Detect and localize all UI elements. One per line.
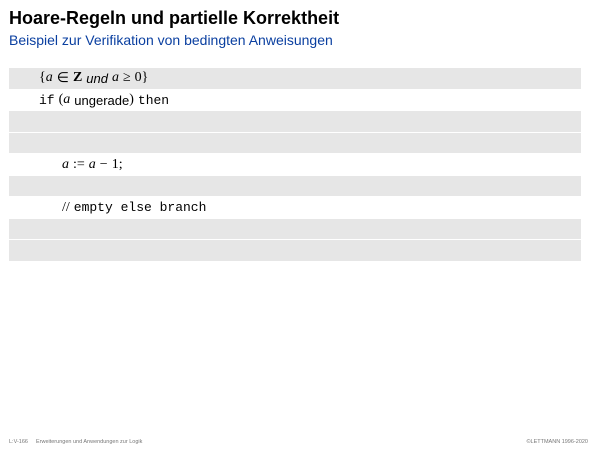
course-title: Erweiterungen und Anwendungen zur Logik	[35, 439, 143, 445]
slide-subtitle: Beispiel zur Verifikation von bedingten …	[9, 32, 333, 48]
code-row-else-comment: //empty else branch	[9, 197, 581, 219]
element-of-symbol: ∈	[56, 70, 69, 86]
variable-a: a	[45, 70, 53, 86]
code-row-if: if(a ungerade) then	[9, 89, 581, 111]
slide-number: L:V-166	[9, 439, 28, 445]
integer-set-symbol: Z	[72, 70, 83, 86]
variable-a: a	[63, 92, 71, 108]
code-row-empty	[9, 111, 581, 133]
code-row-empty	[9, 175, 581, 197]
slide-title: Hoare-Regeln und partielle Korrektheit	[9, 8, 340, 28]
comment-text: empty else branch	[73, 200, 207, 216]
code-table: {a ∈ Zund a ≥0} if(a ungerade) then a:= a −1; //…	[9, 68, 581, 262]
close-paren: )	[129, 92, 134, 108]
variable-a: a	[88, 156, 96, 172]
open-brace: {	[39, 70, 46, 86]
condition-ungerade: ungerade	[74, 92, 130, 108]
keyword-und: und	[86, 70, 108, 86]
code-row-precondition: {a ∈ Zund a ≥0}	[9, 68, 581, 90]
geq-symbol: ≥	[122, 70, 131, 86]
keyword-then: then	[137, 92, 170, 108]
comment-slashes: //	[62, 199, 70, 215]
code-row-empty	[9, 132, 581, 154]
code-row-assignment: a:= a −1;	[9, 154, 581, 176]
footer-left: L:V-166 Erweiterungen und Anwendungen zur…	[9, 439, 142, 445]
one-literal: 1	[111, 156, 119, 172]
code-row-empty	[9, 240, 581, 262]
copyright-notice: ©LETTMANN 1996-2020	[526, 439, 588, 445]
variable-a: a	[62, 156, 69, 172]
close-brace: }	[141, 70, 149, 86]
semicolon: ;	[118, 156, 123, 172]
zero-literal: 0	[134, 70, 142, 86]
variable-a: a	[111, 70, 119, 86]
code-row-empty	[9, 218, 581, 240]
minus-operator: −	[99, 156, 108, 172]
assign-operator: :=	[73, 156, 85, 172]
keyword-if: if	[39, 92, 55, 108]
